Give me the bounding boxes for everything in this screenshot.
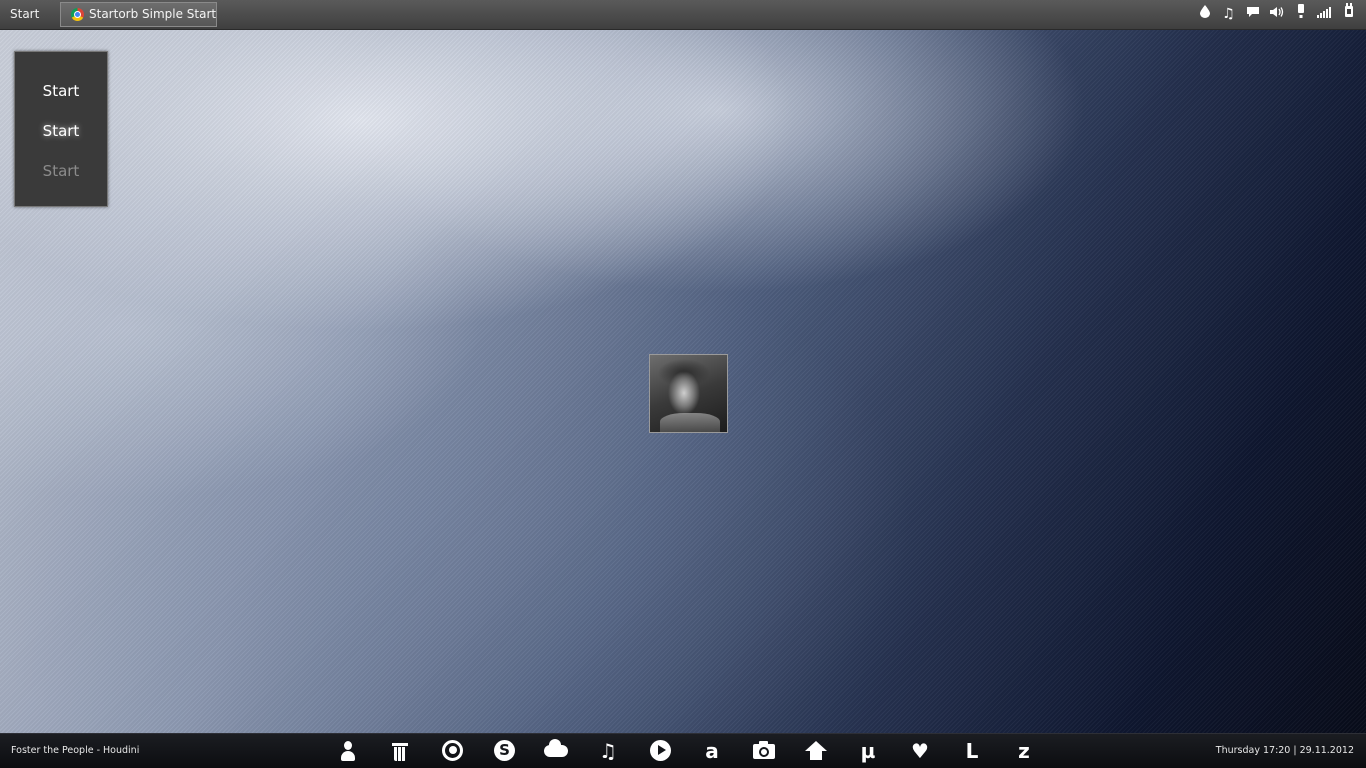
power-plug-icon[interactable] <box>1341 0 1356 29</box>
top-taskbar: Start Startorb Simple Start ... ♫ <box>0 0 1366 30</box>
heart-icon[interactable]: ♥ <box>904 739 936 763</box>
start-item-pressed[interactable]: Start <box>15 162 107 180</box>
battery-icon[interactable] <box>1293 0 1308 29</box>
firefox-icon[interactable] <box>436 739 468 763</box>
lastfm-icon[interactable]: L <box>956 739 988 763</box>
z-icon[interactable]: z <box>1008 739 1040 763</box>
user-icon[interactable] <box>332 739 364 763</box>
taskbar-item-chrome[interactable]: Startorb Simple Start ... <box>60 2 217 27</box>
chrome-icon <box>71 8 84 21</box>
skype-icon[interactable]: S <box>488 739 520 763</box>
chat-bubble-icon[interactable] <box>1245 0 1260 29</box>
bottom-dock: Foster the People - Houdini S ♫ a µ ♥ L … <box>0 733 1366 768</box>
water-drop-icon[interactable] <box>1197 0 1212 29</box>
system-tray: ♫ <box>1197 0 1356 29</box>
now-playing-text: Foster the People - Houdini <box>11 745 140 756</box>
trash-icon[interactable] <box>384 739 416 763</box>
camera-icon[interactable] <box>748 739 780 763</box>
signal-icon[interactable] <box>1317 0 1332 29</box>
music-icon[interactable]: ♫ <box>592 739 624 763</box>
user-avatar[interactable] <box>649 354 728 433</box>
cloud-icon[interactable] <box>540 739 572 763</box>
amazon-icon[interactable]: a <box>696 739 728 763</box>
music-note-icon[interactable]: ♫ <box>1221 0 1236 29</box>
volume-icon[interactable] <box>1269 0 1284 29</box>
start-button[interactable]: Start <box>0 0 52 29</box>
clock-date: Thursday 17:20 | 29.11.2012 <box>1215 745 1354 756</box>
taskbar-item-label: Startorb Simple Start ... <box>89 7 217 21</box>
start-item-hover[interactable]: Start <box>15 122 107 140</box>
play-icon[interactable] <box>644 739 676 763</box>
start-menu-panel: Start Start Start <box>14 51 108 207</box>
home-icon[interactable] <box>800 739 832 763</box>
start-item-normal[interactable]: Start <box>15 82 107 100</box>
utorrent-icon[interactable]: µ <box>852 739 884 763</box>
